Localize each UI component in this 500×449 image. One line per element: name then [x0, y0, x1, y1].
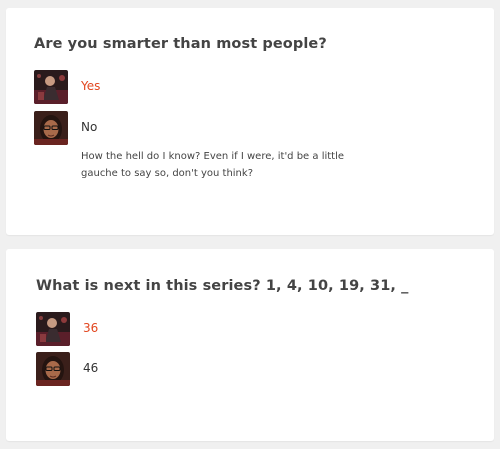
answer-label: 36 — [83, 321, 99, 335]
answer-label: 46 — [83, 361, 99, 375]
woman-glasses-avatar-icon — [36, 352, 70, 386]
answer-comment: How the hell do I know? Even if I were, … — [81, 151, 345, 179]
question-card: What is next in this series? 1, 4, 10, 1… — [6, 249, 494, 441]
question-title: Are you smarter than most people? — [34, 36, 327, 52]
answer-label: No — [81, 120, 98, 134]
question-card: Are you smarter than most people? Yes No… — [6, 8, 494, 235]
performer-avatar-icon — [36, 312, 70, 346]
question-title: What is next in this series? 1, 4, 10, 1… — [36, 278, 409, 294]
answer-label: Yes — [81, 79, 101, 93]
woman-glasses-avatar-icon — [34, 111, 68, 145]
performer-avatar-icon — [34, 70, 68, 104]
